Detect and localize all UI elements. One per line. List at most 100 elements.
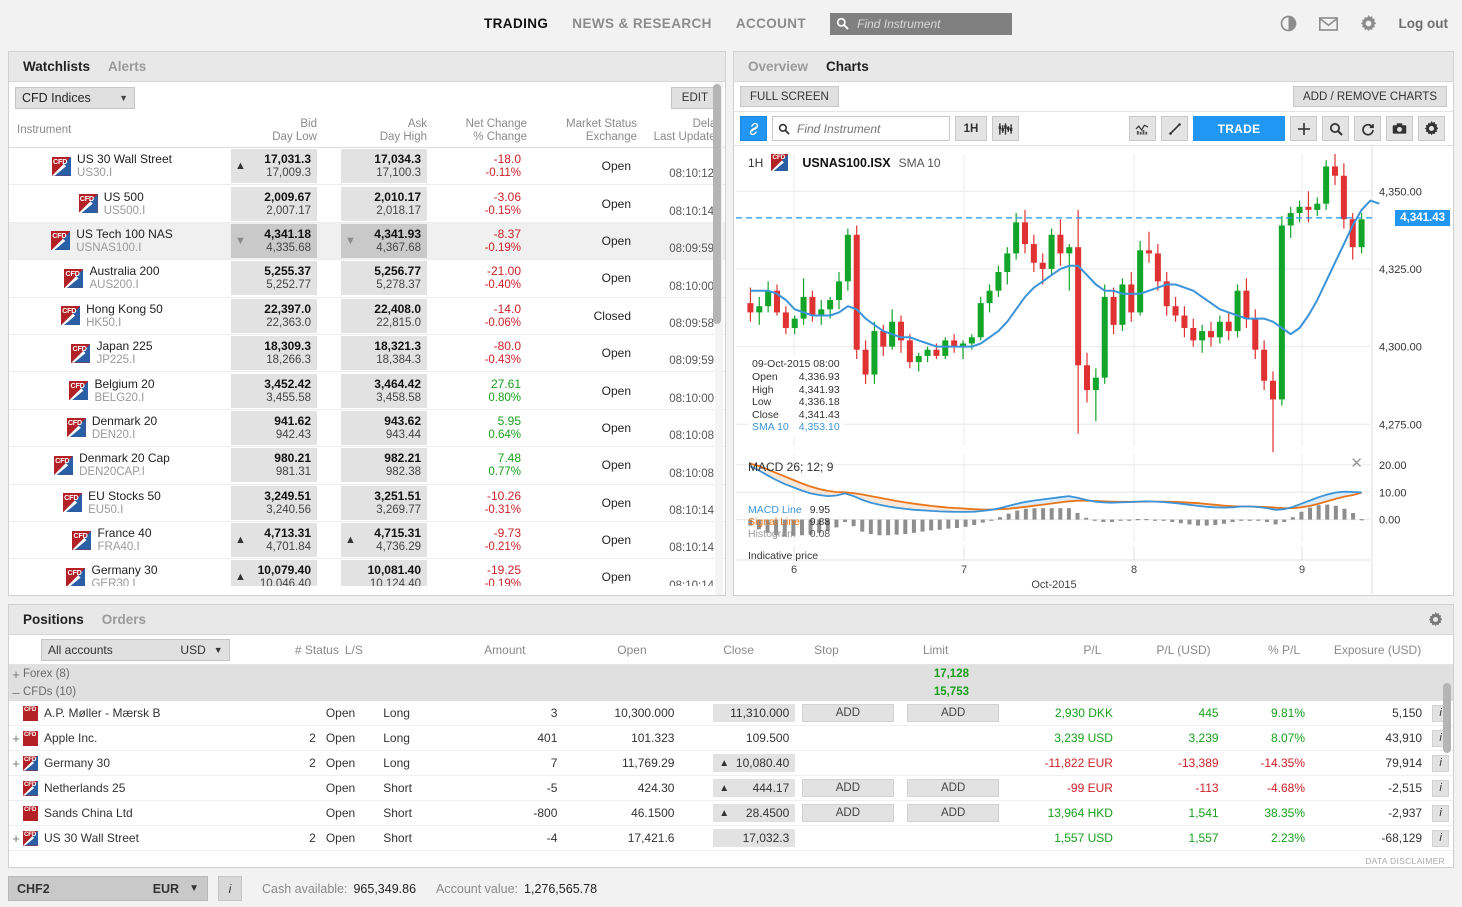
full-screen-button[interactable]: FULL SCREEN <box>740 86 839 107</box>
expand-toggle-icon[interactable]: + <box>9 731 23 746</box>
zoom-icon[interactable] <box>1322 116 1349 141</box>
table-row[interactable]: + CFD Apple Inc. 2 Open Long 401 101.323 … <box>9 726 1453 751</box>
bid-cell[interactable]: 3,249.51 3,240.56 <box>207 485 317 520</box>
position-info-button[interactable]: i <box>1432 754 1450 772</box>
expand-toggle-icon[interactable]: + <box>9 667 23 682</box>
col-header-stop[interactable]: Stop <box>772 643 881 657</box>
ask-cell[interactable]: ▼ 4,341.93 4,367.68 <box>317 223 427 258</box>
table-row[interactable]: + CFD Germany 30 2 Open Long 7 11,769.29 … <box>9 751 1453 776</box>
watchlist-scrollbar-thumb[interactable] <box>713 84 721 324</box>
ask-cell[interactable]: 2,010.17 2,018.17 <box>317 186 427 221</box>
watchlist-row[interactable]: CFD Germany 30 GER30.I ▲ 10,079.40 10,04… <box>9 559 725 586</box>
expand-toggle-icon[interactable]: + <box>9 756 23 771</box>
tab-alerts[interactable]: Alerts <box>108 59 146 74</box>
ask-cell[interactable]: 18,321.3 18,384.3 <box>317 336 427 371</box>
add-limit-button[interactable]: ADD <box>907 779 1000 797</box>
tab-positions[interactable]: Positions <box>23 612 84 627</box>
contrast-icon[interactable] <box>1280 15 1297 32</box>
add-limit-button[interactable]: ADD <box>907 804 1000 822</box>
watchlist-row[interactable]: CFD EU Stocks 50 EU50.I 3,249.51 3,240.5… <box>9 485 725 522</box>
col-header-close[interactable]: Close <box>653 643 772 657</box>
gear-icon[interactable] <box>1428 612 1443 627</box>
nav-item-account[interactable]: ACCOUNT <box>736 16 806 31</box>
ask-cell[interactable]: 982.21 982.38 <box>317 448 427 483</box>
link-icon[interactable] <box>740 116 767 141</box>
footer-account-dropdown[interactable]: CHF2 EUR ▼ <box>8 876 208 901</box>
col-header-pl[interactable]: P/L <box>990 643 1109 657</box>
add-stop-button[interactable]: ADD <box>801 804 894 822</box>
watchlist-row[interactable]: CFD US Tech 100 NAS USNAS100.I ▼ 4,341.1… <box>9 222 725 261</box>
edit-watchlist-button[interactable]: EDIT <box>670 87 719 109</box>
watchlist-row[interactable]: CFD France 40 FRA40.I ▲ 4,713.31 4,701.8… <box>9 522 725 560</box>
nav-item-trading[interactable]: TRADING <box>484 16 548 31</box>
bid-cell[interactable]: 5,255.37 5,252.77 <box>207 261 317 296</box>
close-icon[interactable]: ✕ <box>1350 454 1363 472</box>
bid-cell[interactable]: 3,452.42 3,455.58 <box>207 373 317 408</box>
col-header-status[interactable]: # Status <box>230 643 345 657</box>
col-header-pl-usd[interactable]: P/L (USD) <box>1109 643 1218 657</box>
position-group-row[interactable]: – CFDs (10) 15,753 <box>9 683 1453 701</box>
watchlist-row[interactable]: CFD Denmark 20 Cap DEN20CAP.I 980.21 981… <box>9 447 725 485</box>
ask-cell[interactable]: 3,251.51 3,269.77 <box>317 485 427 520</box>
account-selector-dropdown[interactable]: All accounts USD ▼ <box>41 638 230 661</box>
col-header-ask[interactable]: Ask Day High <box>317 114 427 147</box>
bid-cell[interactable]: 22,397.0 22,363.0 <box>207 298 317 333</box>
chart-canvas-area[interactable]: 4,350.00 4,325.00 4,300.00 4,275.00 20.00 10.… <box>734 146 1453 594</box>
add-stop-button[interactable]: ADD <box>801 779 894 797</box>
col-header-delay[interactable]: Delay Last Updated <box>637 114 722 147</box>
position-info-button[interactable]: i <box>1432 779 1450 797</box>
ask-cell[interactable]: 5,256.77 5,278.37 <box>317 261 427 296</box>
table-row[interactable]: CFD Netherlands 25 Open Short -5 424.30 ▲… <box>9 776 1453 801</box>
watchlist-row[interactable]: CFD Hong Kong 50 HK50.I 22,397.0 22,363.… <box>9 298 725 335</box>
global-search-box[interactable] <box>830 12 1013 35</box>
ask-cell[interactable]: 22,408.0 22,815.0 <box>317 298 427 333</box>
ask-cell[interactable]: ▲ 4,715.31 4,736.29 <box>317 523 427 558</box>
col-header-bid[interactable]: Bid Day Low <box>207 114 317 147</box>
bid-cell[interactable]: 2,009.67 2,007.17 <box>207 186 317 221</box>
chart-find-instrument-box[interactable] <box>772 116 950 141</box>
watchlist-scrollbar-track[interactable] <box>713 82 723 595</box>
col-header-exposure[interactable]: Exposure (USD) <box>1308 643 1427 657</box>
ask-cell[interactable]: 943.62 943.44 <box>317 410 427 445</box>
watchlist-selector-dropdown[interactable]: CFD Indices ▼ <box>15 87 135 109</box>
candlestick-icon[interactable] <box>1129 116 1156 141</box>
expand-toggle-icon[interactable]: + <box>9 831 23 846</box>
watchlist-row[interactable]: CFD US 30 Wall Street US30.I ▲ 17,031.3 … <box>9 148 725 186</box>
nav-item-news-research[interactable]: NEWS & RESEARCH <box>572 16 712 31</box>
watchlist-row[interactable]: CFD Belgium 20 BELG20.I 3,452.42 3,455.5… <box>9 372 725 410</box>
tab-orders[interactable]: Orders <box>102 612 146 627</box>
tab-overview[interactable]: Overview <box>748 59 808 74</box>
position-info-button[interactable]: i <box>1432 804 1450 822</box>
positions-scrollbar-thumb[interactable] <box>1443 683 1451 753</box>
logout-button[interactable]: Log out <box>1399 16 1448 31</box>
timeframe-button[interactable]: 1H <box>955 116 987 141</box>
col-header-ls[interactable]: L/S <box>345 643 424 657</box>
ask-cell[interactable]: 3,464.42 3,458.58 <box>317 373 427 408</box>
position-info-button[interactable]: i <box>1432 829 1450 847</box>
ask-cell[interactable]: 17,034.3 17,100.3 <box>317 149 427 184</box>
col-header-amount[interactable]: Amount <box>424 643 533 657</box>
bid-cell[interactable]: ▲ 4,713.31 4,701.84 <box>207 523 317 558</box>
bid-cell[interactable]: 18,309.3 18,266.3 <box>207 336 317 371</box>
indicator-icon[interactable] <box>992 116 1019 141</box>
mail-icon[interactable] <box>1318 16 1338 31</box>
table-row[interactable]: CFD A.P. Møller - Mærsk B Open Long 3 10,… <box>9 701 1453 726</box>
col-header-limit[interactable]: Limit <box>881 643 990 657</box>
crosshair-icon[interactable] <box>1290 116 1317 141</box>
gear-icon[interactable] <box>1360 15 1377 32</box>
refresh-icon[interactable] <box>1354 116 1381 141</box>
ask-cell[interactable]: 10,081.40 10,124.40 <box>317 560 427 586</box>
bid-cell[interactable]: 980.21 981.31 <box>207 448 317 483</box>
watchlist-row[interactable]: CFD Denmark 20 DEN20.I 941.62 942.43 943… <box>9 410 725 448</box>
col-header-market-status[interactable]: Market Status Exchange <box>527 114 637 147</box>
col-header-open[interactable]: Open <box>534 643 653 657</box>
drawing-icon[interactable] <box>1161 116 1188 141</box>
add-remove-charts-button[interactable]: ADD / REMOVE CHARTS <box>1293 86 1447 107</box>
bid-cell[interactable]: ▲ 10,079.40 10,046.40 <box>207 560 317 586</box>
add-limit-button[interactable]: ADD <box>907 704 1000 722</box>
settings-icon[interactable] <box>1418 116 1445 141</box>
watchlist-row[interactable]: CFD US 500 US500.I 2,009.67 2,007.17 2,0… <box>9 185 725 223</box>
tab-charts[interactable]: Charts <box>826 59 869 74</box>
add-stop-button[interactable]: ADD <box>801 704 894 722</box>
position-group-row[interactable]: + Forex (8) 17,128 <box>9 665 1453 683</box>
